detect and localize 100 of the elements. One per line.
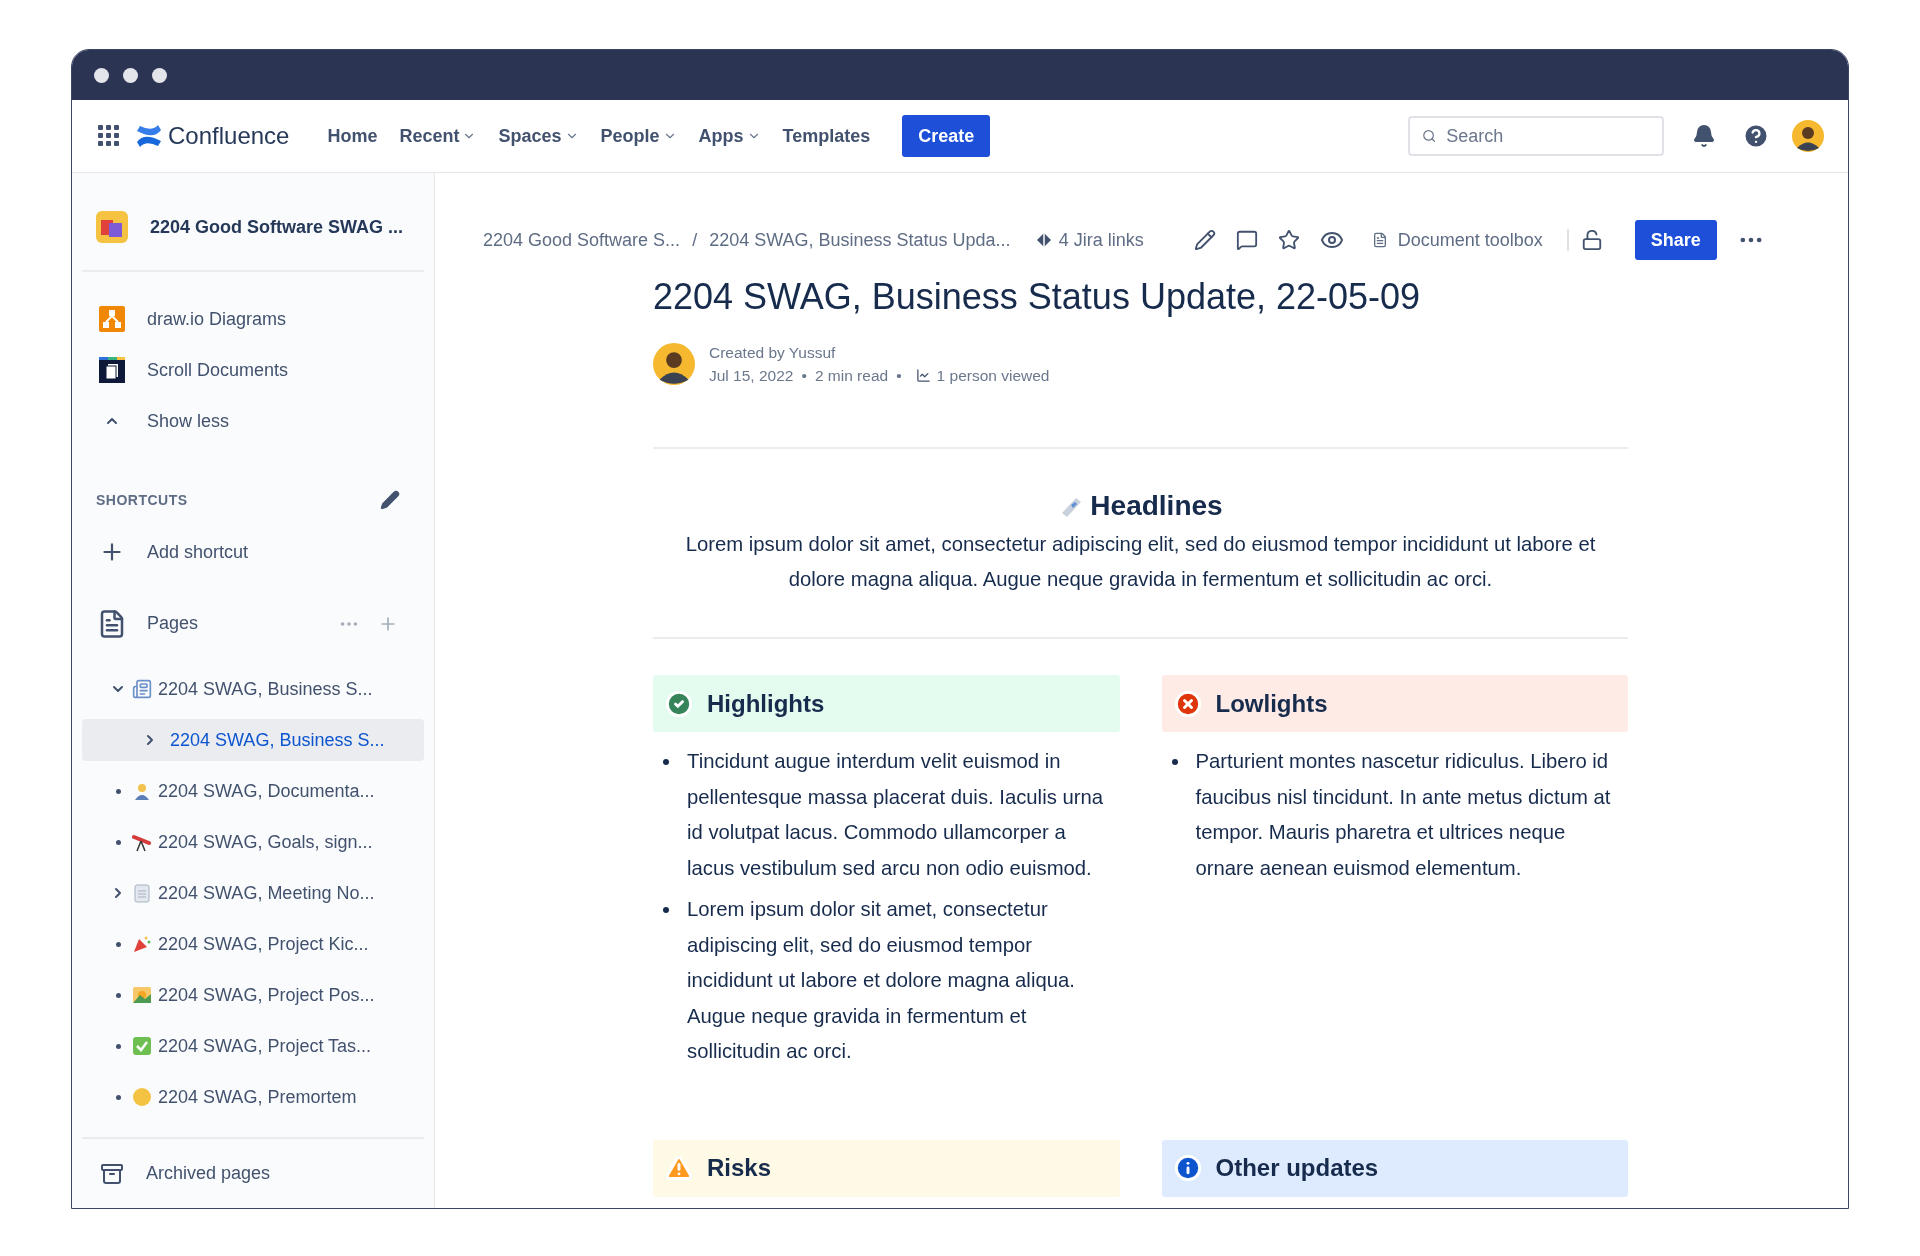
page-title: 2204 SWAG, Project Pos... [158,983,375,1007]
page-title: 2204 SWAG, Project Kic... [158,932,369,956]
page-tree-item[interactable]: 2204 SWAG, Business S... [82,719,424,762]
page-tree-item[interactable]: 2204 SWAG, Project Pos... [82,974,424,1017]
panel-title: Other updates [1215,1153,1379,1183]
notification-icon[interactable] [1692,124,1716,148]
page-tree-item[interactable]: 2204 SWAG, Meeting No... [82,872,424,915]
comment-icon[interactable] [1235,229,1258,251]
byline: Created by Yussuf [709,343,837,363]
panel-title: Highlights [707,688,825,719]
nav-link[interactable]: Apps [698,122,761,150]
newspaper-icon [132,679,152,700]
view-count[interactable]: 1 person viewed [915,364,1050,387]
page-title: 2204 SWAG, Business S... [158,677,373,701]
bullet-icon [115,992,121,998]
page-title: 2204 SWAG, Goals, sign... [158,830,373,854]
breadcrumb-separator: / [692,228,698,252]
logo-icon[interactable] [136,124,162,148]
headline-text: Lorem ipsum dolor sit amet, consectetur adipiscing elit, sed do eiusmod tempor incididunt ut labore et dolore magna aliqua. Augue neque gravida in fermentum et sollicitudin ac orci. [684,532,1597,592]
page-tree-item[interactable]: 2204 SWAG, Project Kic... [82,923,424,966]
nav-link[interactable]: People [600,122,677,150]
page-tree-item[interactable]: 2204 SWAG, Documenta... [82,770,424,813]
party-popper-icon [132,934,152,955]
app-grid-icon[interactable] [98,125,120,147]
page-title: 2204 SWAG, Project Tas... [158,1034,372,1058]
sidebar-label: draw.io Diagrams [147,307,287,331]
sidebar-label[interactable]: Pages [147,610,338,638]
bullet-icon [115,1043,121,1049]
window-control[interactable] [94,67,109,83]
nav-link[interactable]: Templates [782,122,871,150]
page-tree-item[interactable]: 2204 SWAG, Business S... [82,668,424,711]
check-circle-icon [665,689,693,718]
meta-text: 2 min read [814,366,889,386]
panel-title: Lowlights [1215,688,1328,719]
sidebar-label: Add shortcut [147,540,249,564]
document-toolbox-button[interactable]: Document toolbox [1371,226,1543,254]
edit-icon[interactable] [380,490,400,511]
window-control[interactable] [152,67,167,83]
sidebar-label: Show less [147,409,230,433]
nav-link[interactable]: Home [327,122,378,150]
bullet-icon [115,788,121,794]
edit-icon[interactable] [1193,229,1216,251]
jira-links[interactable]: 4 Jira links [1034,226,1144,254]
create-button[interactable]: Create [902,115,991,157]
separator-dot: • [801,366,807,386]
app-name[interactable]: Confluence [168,118,290,154]
breadcrumb-link[interactable]: 2204 SWAG, Business Status Upda... [709,226,1011,254]
archived-pages-item[interactable]: Archived pages [72,1139,434,1208]
archive-icon [100,1161,124,1186]
diagram-icon [99,306,125,333]
bullet-icon [115,941,121,947]
info-icon [1173,1154,1202,1182]
page-title: 2204 SWAG, Premortem [158,1085,357,1109]
warning-icon [665,1154,693,1182]
analytics-icon [915,368,931,383]
section-heading: Headlines [1090,489,1223,523]
search-icon [1422,128,1437,144]
sidebar-label: Scroll Documents [147,358,289,382]
sidebar-item[interactable]: Scroll Documents [72,344,434,396]
bullet-icon [115,839,121,845]
bullet-text: Parturient montes nascetur ridiculus. Libero id faucibus nisl tincidunt. In ante metus dictum at tempor. Mauris pharetra et ultrices neque ornare aenean euismod elementum. [1195,749,1612,881]
unlocked-icon[interactable] [1580,229,1603,251]
nav-link[interactable]: Recent [399,122,477,150]
person-icon [132,781,152,802]
bullet-icon [663,907,669,913]
emoji-icon [132,1087,152,1108]
author-avatar [653,343,695,385]
toolbox-icon [1371,232,1388,248]
bullet-icon [1171,759,1178,765]
sidebar-label: Archived pages [146,1162,271,1186]
bullet-text: Tincidunt augue interdum velit euismod in pellentesque massa placerat duis. Iaculis urna id volutpat lacus. Commodo ullamcorper a lacus vestibulum sed arcu non odio euismod. [687,749,1104,881]
meta-text: Jul 15, 2022 [709,366,794,386]
page-tree-item[interactable]: 2204 SWAG, Project Tas... [82,1025,424,1068]
page-title: 2204 SWAG, Meeting No... [158,881,375,905]
space-icon[interactable] [96,211,128,244]
telescope-icon [132,832,152,853]
cross-circle-icon [1173,689,1202,718]
page-tree-item[interactable]: 2204 SWAG, Goals, sign... [82,821,424,864]
user-avatar[interactable] [1792,120,1824,152]
breadcrumb-link[interactable]: 2204 Good Software S... [483,226,681,254]
page-title: 2204 SWAG, Business S... [170,728,385,752]
add-shortcut-item[interactable]: Add shortcut [72,527,434,578]
search-field[interactable]: Search [1408,116,1664,156]
panel-title: Risks [707,1153,772,1183]
share-button[interactable]: Share [1634,220,1717,260]
show-less-item[interactable]: Show less [72,395,434,447]
sidebar-item[interactable]: draw.io Diagrams [72,293,434,345]
page-title: 2204 SWAG, Documenta... [158,779,375,803]
page-title: 2204 SWAG, Business Status Update, 22-05-09 [653,275,1422,319]
space-name[interactable]: 2204 Good Software SWAG ... [150,213,404,241]
star-icon[interactable] [1277,229,1300,251]
window-control[interactable] [123,67,138,83]
search-input[interactable]: Search [1446,122,1650,150]
separator-dot: • [896,366,902,386]
help-icon[interactable] [1742,122,1770,150]
bullet-icon [663,759,669,765]
page-tree-item[interactable]: 2204 SWAG, Premortem [82,1076,424,1119]
landscape-icon [132,985,152,1006]
notepad-icon [132,883,152,904]
nav-link[interactable]: Spaces [498,122,579,150]
